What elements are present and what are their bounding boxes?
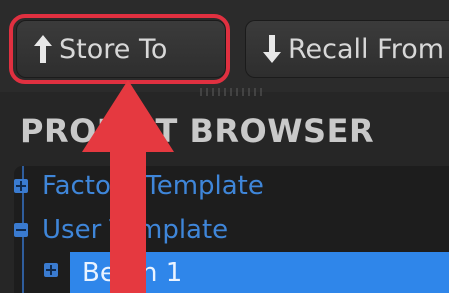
toolbar: Store To Recall From [0, 0, 449, 92]
tree-item-berlin-1[interactable]: Berlin 1 [70, 252, 449, 293]
app-window: Store To Recall From PROJECT BROWSER Fac… [0, 0, 449, 293]
arrow-up-icon [33, 34, 53, 64]
store-to-button[interactable]: Store To [16, 20, 226, 78]
tree-item-user-template[interactable]: User Template [14, 210, 228, 250]
tree-item-factory-template[interactable]: Factory Template [14, 166, 264, 206]
resize-grip[interactable] [200, 88, 266, 96]
project-browser-title: PROJECT BROWSER [20, 112, 375, 150]
expander-plus-icon[interactable] [44, 263, 58, 277]
store-to-label: Store To [59, 33, 168, 65]
expander-minus-icon[interactable] [14, 223, 28, 237]
recall-from-button[interactable]: Recall From [245, 20, 449, 78]
tree-item-label: Berlin 1 [82, 257, 183, 288]
expander-plus-icon[interactable] [14, 179, 28, 193]
recall-from-label: Recall From [288, 33, 445, 65]
arrow-down-icon [262, 34, 282, 64]
tree-item-label: Factory Template [42, 171, 264, 201]
tree-item-label: User Template [42, 215, 229, 245]
